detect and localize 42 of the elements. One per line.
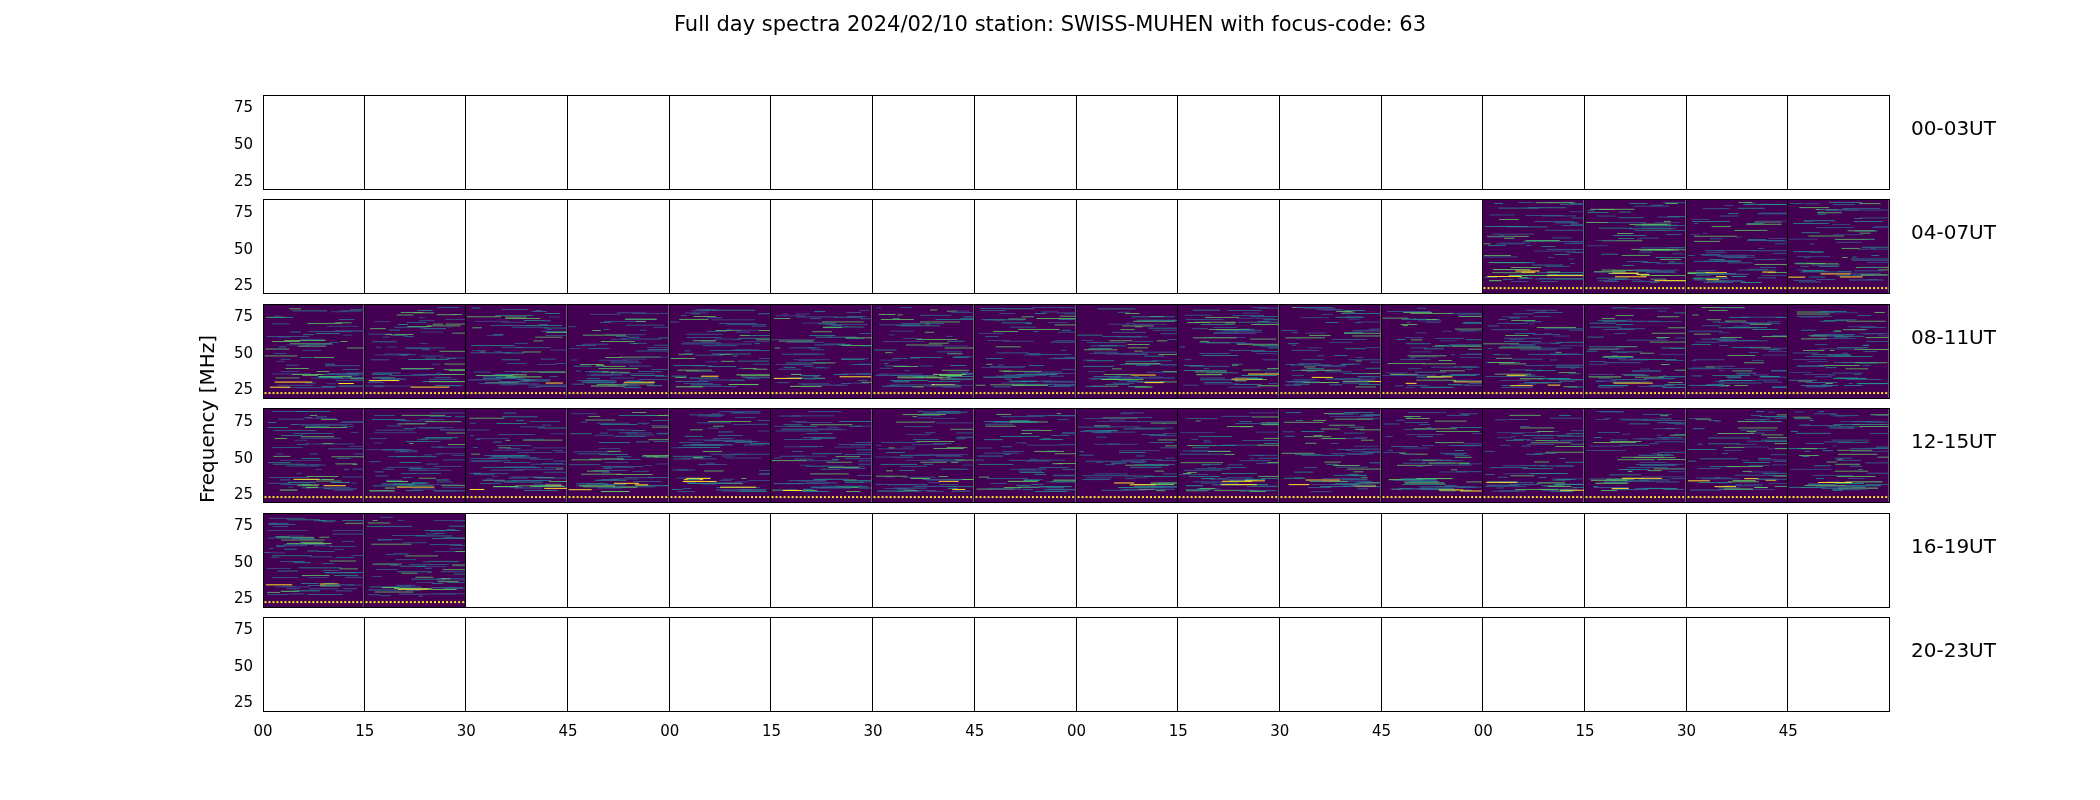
row-label: 16-19UT <box>1911 533 1996 558</box>
y-tick-label: 75 <box>233 413 253 428</box>
y-tick-label: 75 <box>233 308 253 324</box>
y-tick-label: 25 <box>233 381 253 397</box>
x-tick-label: 15 <box>1168 721 1188 743</box>
x-tick-label: 30 <box>863 721 883 743</box>
x-tick-label: 15 <box>355 721 375 743</box>
y-tick-label: 25 <box>233 277 253 293</box>
x-tick-label: 45 <box>965 721 985 743</box>
x-tick-label: 30 <box>1270 721 1290 743</box>
row-label: 00-03UT <box>1911 116 1996 140</box>
y-tick-label: 50 <box>233 554 253 570</box>
y-axis-label: Frequency [MHz] <box>194 335 220 504</box>
x-tick-label: 00 <box>1473 721 1493 743</box>
y-tick-label: 75 <box>233 99 253 115</box>
x-tick-label: 00 <box>660 721 680 743</box>
y-tick-label: 50 <box>233 450 253 466</box>
x-tick-label: 15 <box>761 721 781 743</box>
x-tick-label: 45 <box>1778 721 1798 743</box>
x-tick-label: 30 <box>1677 721 1697 743</box>
row-label: 08-11UT <box>1911 324 1996 349</box>
chart-title: Full day spectra 2024/02/10 station: SWISS-MUHEN with focus-code: 63 <box>673 11 1427 39</box>
x-tick-label: 00 <box>1066 721 1087 743</box>
y-tick-label: 50 <box>233 136 253 152</box>
y-tick-label: 25 <box>233 173 253 188</box>
row-label: 04-07UT <box>1911 220 1996 245</box>
y-tick-label: 75 <box>233 204 253 220</box>
y-tick-label: 50 <box>233 658 253 674</box>
y-tick-label: 25 <box>233 590 253 606</box>
y-tick-label: 75 <box>233 621 253 637</box>
x-tick-label: 15 <box>1575 721 1595 743</box>
x-tick-label: 30 <box>456 721 476 743</box>
y-tick-label: 25 <box>233 486 253 502</box>
y-tick-label: 25 <box>233 694 253 710</box>
x-tick-label: 45 <box>558 721 578 743</box>
y-tick-label: 50 <box>233 345 253 361</box>
row-label: 12-15UT <box>1911 429 1996 454</box>
x-tick-label: 00 <box>253 721 273 743</box>
y-tick-label: 75 <box>233 517 253 533</box>
y-tick-label: 50 <box>233 241 253 257</box>
row-label: 20-23UT <box>1911 637 1996 662</box>
x-tick-label: 45 <box>1372 721 1392 743</box>
